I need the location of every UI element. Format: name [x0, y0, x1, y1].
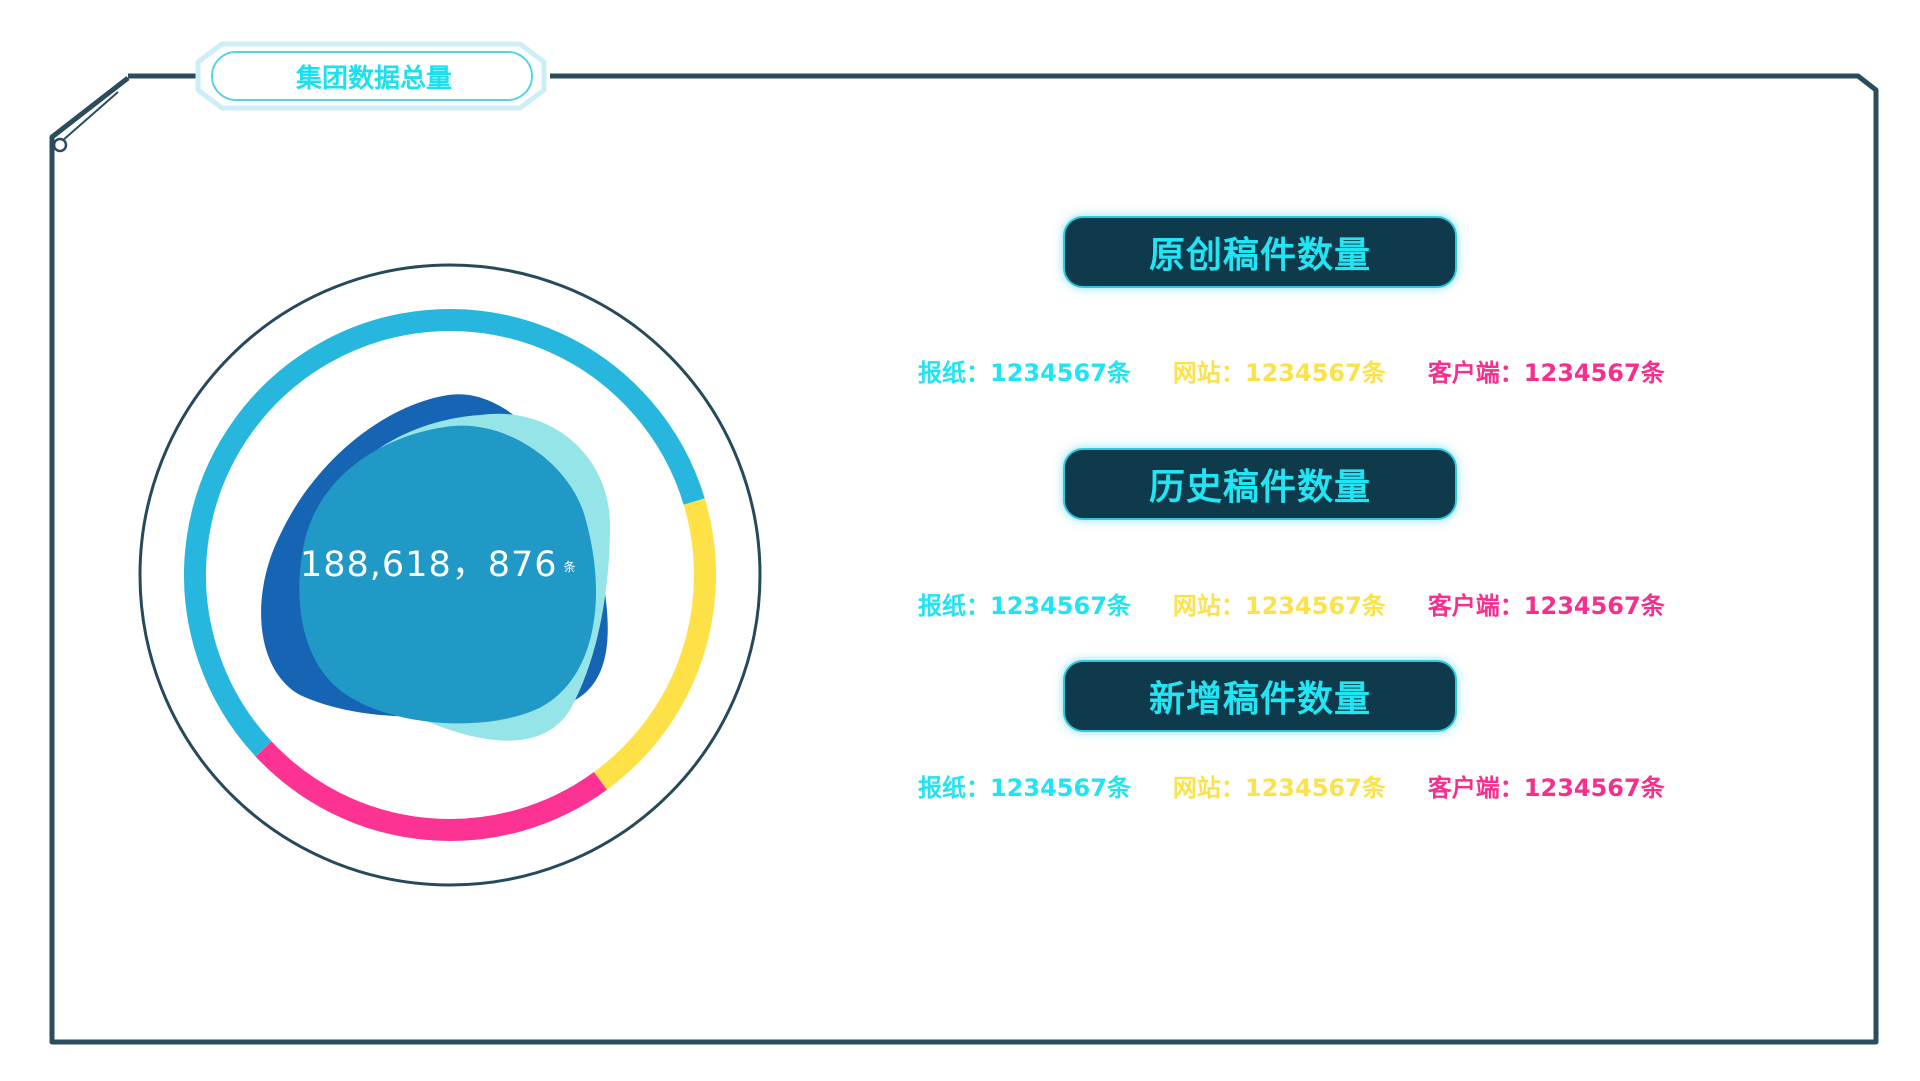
- stat-website: 网站：1234567条: [1172, 358, 1386, 387]
- stat-newspaper: 报纸：1234567条: [918, 591, 1131, 620]
- ring-segment-client: [255, 741, 607, 841]
- stats-row-original: 报纸：1234567条 网站：1234567条 客户端：1234567条: [918, 352, 1665, 388]
- total-count: 188,618，876 条: [300, 536, 620, 587]
- section-title-new: 新增稿件数量: [1063, 660, 1457, 732]
- stat-website: 网站：1234567条: [1172, 773, 1386, 802]
- stats-row-new: 报纸：1234567条 网站：1234567条 客户端：1234567条: [918, 767, 1665, 803]
- stat-client: 客户端：1234567条: [1427, 591, 1665, 620]
- stat-client: 客户端：1234567条: [1427, 773, 1665, 802]
- total-count-unit: 条: [563, 559, 577, 574]
- section-title-history: 历史稿件数量: [1063, 448, 1457, 520]
- stat-website: 网站：1234567条: [1172, 591, 1386, 620]
- stat-newspaper: 报纸：1234567条: [918, 773, 1131, 802]
- frame-corner-connector: [61, 91, 119, 142]
- panel-title: 集团数据总量: [295, 63, 452, 94]
- frame-corner-dot: [52, 137, 68, 153]
- stats-row-history: 报纸：1234567条 网站：1234567条 客户端：1234567条: [918, 585, 1665, 621]
- stat-client: 客户端：1234567条: [1427, 358, 1665, 387]
- section-title-original: 原创稿件数量: [1063, 216, 1457, 288]
- total-count-value: 188,618，876: [300, 545, 558, 585]
- stat-newspaper: 报纸：1234567条: [918, 358, 1131, 387]
